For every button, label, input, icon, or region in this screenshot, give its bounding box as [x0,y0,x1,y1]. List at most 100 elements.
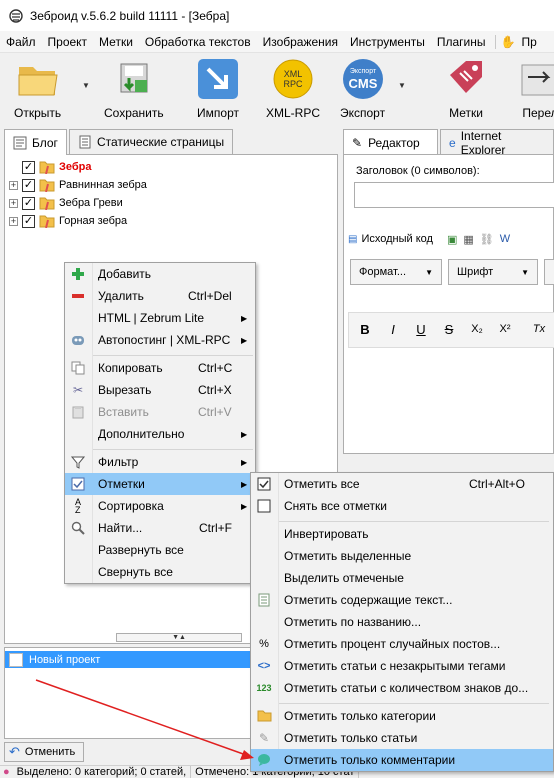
submenu-item-mark-unclosed-tags[interactable]: <> Отметить статьи с незакрытыми тегами [251,655,553,677]
xmlrpc-icon: XML RPC [271,57,315,101]
menu-item-sort[interactable]: AZ Сортировка ▶ [65,495,255,517]
submenu-item-mark-by-char-count[interactable]: 123 Отметить статьи с количеством знаков… [251,677,553,699]
word-icon[interactable]: W [500,233,510,245]
tab-internet-explorer[interactable]: e Internet Explorer [440,129,554,157]
font-dropdown[interactable]: Шрифт ▼ [448,259,538,285]
submenu-item-unmark-all[interactable]: Снять все отметки [251,495,553,517]
image-icon[interactable]: ▣ [447,233,457,246]
tree-node[interactable]: + ✓ Зебра Греви [9,194,123,212]
open-button[interactable]: Открыть [14,57,61,121]
expand-plus-icon[interactable]: + [9,216,18,226]
menu-file[interactable]: Файл [0,35,42,49]
title-bar: Зеброид v.5.6.2 build 11111 - [Зебра] [0,0,554,31]
submenu-item-mark-articles-only[interactable]: ✎ Отметить только статьи [251,727,553,749]
expand-plus-icon[interactable]: + [9,198,18,208]
svg-text:XML: XML [284,69,303,79]
submenu-item-mark-by-name[interactable]: Отметить по названию... [251,611,553,633]
menu-item-paste[interactable]: Вставить Ctrl+V [65,401,255,423]
underline-button[interactable]: U [410,318,432,340]
menu-item-marks[interactable]: Отметки ▶ [65,473,255,495]
splitter-handle[interactable]: ▼▲ [116,633,242,642]
strikethrough-button[interactable]: S [438,318,460,340]
menu-item-add[interactable]: Добавить [65,263,255,285]
menu-item-copy[interactable]: Копировать Ctrl+C [65,357,255,379]
source-code-icon: ▤ [348,233,358,245]
save-button[interactable]: Сохранить [104,57,164,121]
folder-open-icon [16,57,60,101]
tab-editor[interactable]: ✎ Редактор [343,129,438,155]
menu-item-autoposting[interactable]: Автопостинг | XML-RPC ▶ [65,329,255,351]
filter-icon [70,454,86,470]
tree-checkbox[interactable]: ✓ [22,214,35,228]
transfer-button[interactable]: Перел [518,57,554,121]
submenu-item-mark-categories-only[interactable]: Отметить только категории [251,705,553,727]
transfer-icon [518,57,554,101]
submenu-item-mark-containing-text[interactable]: Отметить содержащие текст... [251,589,553,611]
submenu-item-select-marked[interactable]: Выделить отмеченые [251,567,553,589]
heading-input[interactable] [354,182,554,208]
tree-checkbox[interactable]: ✓ [22,196,35,210]
export-dropdown-arrow-icon[interactable]: ▼ [398,81,406,90]
submenu-item-mark-all[interactable]: Отметить все Ctrl+Alt+O [251,473,553,495]
submenu-item-mark-selected[interactable]: Отметить выделенные [251,545,553,567]
tab-static-pages[interactable]: Статические страницы [68,129,234,154]
clear-format-button[interactable]: Tx [528,318,550,340]
app-icon [9,8,23,23]
menu-item-expand-all[interactable]: Развернуть все [65,539,255,561]
menu-text-processing[interactable]: Обработка текстов [139,35,257,49]
open-dropdown-arrow-icon[interactable]: ▼ [82,81,90,90]
tab-blog[interactable]: Блог [4,129,67,155]
tags-button[interactable]: Метки [444,57,488,121]
menu-item-html-zebrum[interactable]: HTML | Zebrum Lite ▶ [65,307,255,329]
italic-button[interactable]: I [382,318,404,340]
tree-node[interactable]: ✓ Зебра [9,158,92,176]
menu-item-collapse-all[interactable]: Свернуть все [65,561,255,583]
svg-text:CMS: CMS [348,76,377,91]
import-button[interactable]: Импорт [196,57,240,121]
menu-item-filter[interactable]: Фильтр ▶ [65,451,255,473]
submenu-arrow-icon: ▶ [241,429,248,439]
ie-icon: e [449,135,456,150]
status-selected: Выделено: 0 категорий; 0 статей, [13,766,192,778]
submenu-item-mark-random-percent[interactable]: % Отметить процент случайных постов... [251,633,553,655]
xmlrpc-button[interactable]: XML RPC XML-RPC [266,57,320,121]
code-tags-icon: <> [257,660,271,672]
marks-submenu: Отметить все Ctrl+Alt+O Снять все отметк… [250,472,554,772]
menu-tags[interactable]: Метки [93,35,139,49]
page-icon [79,135,91,149]
chevron-down-icon: ▼ [425,267,433,277]
menu-tools[interactable]: Инструменты [344,35,431,49]
menu-item-find[interactable]: Найти... Ctrl+F [65,517,255,539]
tree-node[interactable]: + ✓ Равнинная зебра [9,176,147,194]
source-code-button[interactable]: Исходный код [361,233,433,245]
menu-item-more[interactable]: Дополнительно ▶ [65,423,255,445]
pen-icon: ✎ [258,731,270,745]
tree-checkbox[interactable]: ✓ [22,160,35,174]
subscript-button[interactable]: X₂ [466,318,488,340]
tree-checkbox[interactable]: ✓ [22,178,35,192]
tree-node[interactable]: + ✓ Горная зебра [9,212,127,230]
heading-label: Заголовок (0 символов): [356,165,480,177]
export-button[interactable]: Экспорт CMS Экспорт [340,57,385,121]
table-icon[interactable]: ▦ [463,233,473,246]
size-dropdown[interactable] [544,259,554,285]
folder-icon [39,161,55,174]
submenu-item-invert[interactable]: Инвертировать [251,523,553,545]
link-icon[interactable]: ⛓ [480,233,494,246]
superscript-button[interactable]: X² [494,318,516,340]
expander-placeholder [9,163,18,172]
expand-plus-icon[interactable]: + [9,180,18,190]
menu-item-cut[interactable]: ✂ Вырезать Ctrl+X [65,379,255,401]
chevron-down-icon: ▼ [521,267,529,277]
menu-more[interactable]: Пр [515,35,542,49]
menu-project[interactable]: Проект [42,35,94,49]
format-dropdown[interactable]: Формат... ▼ [350,259,442,285]
bold-button[interactable]: B [354,318,376,340]
cancel-button[interactable]: ↶ Отменить [4,742,84,762]
source-toolbar: ▤ Исходный код ▣ ▦ ⛓ W [348,230,510,248]
menu-plugins[interactable]: Плагины [431,35,492,49]
submenu-arrow-icon: ▶ [241,313,248,323]
submenu-item-mark-comments-only[interactable]: Отметить только комментарии [251,749,553,771]
menu-item-delete[interactable]: Удалить Ctrl+Del [65,285,255,307]
menu-images[interactable]: Изображения [257,35,344,49]
